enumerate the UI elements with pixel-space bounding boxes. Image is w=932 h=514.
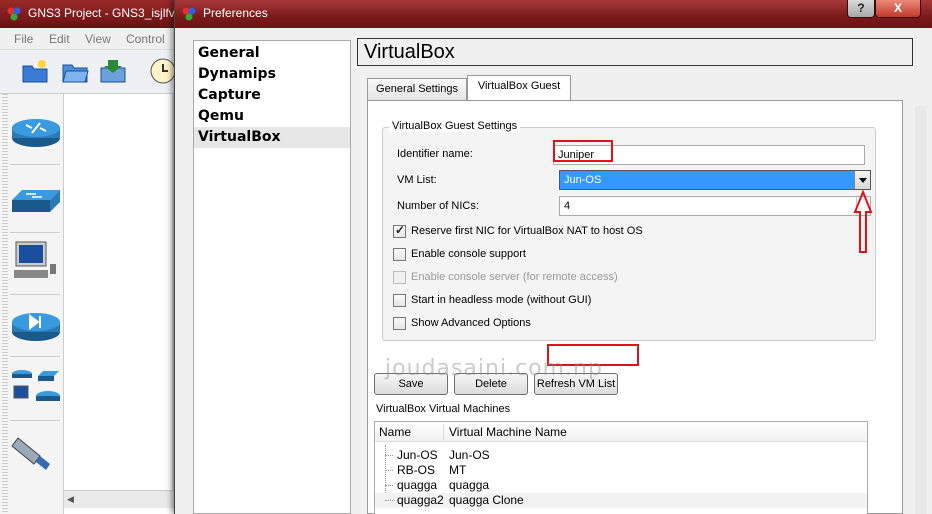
row-name: RB-OS xyxy=(397,463,436,477)
checkbox-headless-label: Start in headless mode (without GUI) xyxy=(411,294,592,306)
menu-view[interactable]: View xyxy=(85,32,111,46)
scroll-left-arrow-icon[interactable]: ◀ xyxy=(67,494,74,505)
open-project-icon[interactable] xyxy=(60,56,90,86)
checkbox-console-support-label: Enable console support xyxy=(411,248,526,260)
tab-general-settings[interactable]: General Settings xyxy=(367,78,467,100)
dock-separator xyxy=(10,164,60,165)
preferences-body: General Dynamips Capture Qemu VirtualBox… xyxy=(175,28,932,514)
checkbox-unchecked-icon[interactable] xyxy=(393,248,406,261)
row-name: quagga xyxy=(397,478,438,492)
nav-item-qemu[interactable]: Qemu xyxy=(194,106,350,127)
gns3-toolbar xyxy=(0,50,180,94)
menu-control[interactable]: Control xyxy=(126,32,165,46)
topology-canvas[interactable] xyxy=(64,94,176,514)
column-vm-name[interactable]: Virtual Machine Name xyxy=(449,425,567,439)
up-arrow-annotation-icon xyxy=(853,190,873,253)
table-row[interactable]: quagga quagga xyxy=(375,478,867,493)
gns3-logo-icon xyxy=(7,7,21,21)
switch-icon[interactable] xyxy=(10,178,62,222)
nav-item-virtualbox[interactable]: VirtualBox xyxy=(194,127,350,148)
dock-grip[interactable] xyxy=(2,94,8,514)
end-device-icon[interactable] xyxy=(10,240,62,284)
tree-branch xyxy=(385,470,393,471)
checkbox-reserve-nat-label: Reserve first NIC for VirtualBox NAT to … xyxy=(411,225,643,237)
checkbox-advanced-options-label: Show Advanced Options xyxy=(411,317,531,329)
checkbox-console-server-label: Enable console server (for remote access… xyxy=(411,271,618,283)
preferences-titlebar[interactable]: Preferences ? X xyxy=(175,0,932,28)
canvas-horizontal-scrollbar[interactable]: ◀ xyxy=(64,490,176,508)
row-vm-name: quagga Clone xyxy=(449,493,524,507)
column-separator[interactable] xyxy=(443,424,444,440)
virtualbox-guest-panel: VirtualBox Guest Settings Identifier nam… xyxy=(367,100,903,514)
checkbox-unchecked-icon[interactable] xyxy=(393,294,406,307)
dock-separator xyxy=(10,356,60,357)
gns3-logo-icon xyxy=(182,7,196,21)
checkbox-disabled-icon xyxy=(393,271,406,284)
row-name: Jun-OS xyxy=(397,448,438,462)
tree-branch xyxy=(385,500,393,501)
tree-branch xyxy=(385,455,393,456)
save-project-icon[interactable] xyxy=(98,56,128,86)
checkbox-checked-icon[interactable] xyxy=(393,223,406,238)
guest-settings-group-title: VirtualBox Guest Settings xyxy=(389,120,521,132)
row-name: quagga2 xyxy=(397,493,444,507)
preferences-title: Preferences xyxy=(203,6,268,20)
row-vm-name: Jun-OS xyxy=(449,448,490,462)
chevron-down-icon[interactable] xyxy=(854,171,870,189)
column-name[interactable]: Name xyxy=(379,425,411,439)
table-row[interactable]: quagga2 quagga Clone xyxy=(375,493,867,508)
nics-label: Number of NICs: xyxy=(397,200,479,212)
checkbox-unchecked-icon[interactable] xyxy=(393,317,406,330)
vm-list-label: VM List: xyxy=(397,174,437,186)
section-title: VirtualBox xyxy=(357,38,913,66)
device-dock xyxy=(0,94,64,514)
security-device-icon[interactable] xyxy=(10,304,62,348)
vm-table-header: Name Virtual Machine Name xyxy=(375,422,867,442)
dock-separator xyxy=(10,294,60,295)
menu-edit[interactable]: Edit xyxy=(49,32,70,46)
nics-spinbox[interactable]: 4 xyxy=(559,196,871,216)
dock-separator xyxy=(10,420,60,421)
tree-branch xyxy=(385,485,393,486)
close-button[interactable]: X xyxy=(875,0,921,18)
highlight-identifier xyxy=(553,140,613,162)
nav-item-capture[interactable]: Capture xyxy=(194,85,350,106)
all-devices-icon[interactable] xyxy=(10,364,62,408)
new-project-icon[interactable] xyxy=(20,56,50,86)
nav-item-dynamips[interactable]: Dynamips xyxy=(194,64,350,85)
tab-virtualbox-guest[interactable]: VirtualBox Guest xyxy=(467,75,571,100)
nav-item-general[interactable]: General xyxy=(194,43,350,64)
dialog-scrollbar[interactable] xyxy=(915,106,927,514)
identifier-label: Identifier name: xyxy=(397,148,473,160)
watermark-text: joudasaini.com.np xyxy=(385,356,603,381)
preferences-nav: General Dynamips Capture Qemu VirtualBox xyxy=(193,40,351,514)
router-icon[interactable] xyxy=(10,110,62,154)
vm-list-select[interactable]: Jun-OS xyxy=(559,170,871,190)
cable-connector-icon[interactable] xyxy=(10,430,62,474)
nics-value: 4 xyxy=(564,200,571,212)
guest-settings-group: VirtualBox Guest Settings Identifier nam… xyxy=(382,120,876,341)
dock-separator xyxy=(10,232,60,233)
vm-table: Name Virtual Machine Name Jun-OS Jun-OS … xyxy=(374,421,868,514)
preferences-dialog: Preferences ? X General Dynamips Capture… xyxy=(174,0,932,514)
vm-list-selected-value: Jun-OS xyxy=(564,174,602,186)
gns3-window-title: GNS3 Project - GNS3_isjlfv xyxy=(28,6,175,20)
menu-file[interactable]: File xyxy=(14,32,33,46)
vm-table-label: VirtualBox Virtual Machines xyxy=(376,403,511,415)
table-row[interactable]: RB-OS MT xyxy=(375,463,867,478)
row-vm-name: MT xyxy=(449,463,467,477)
gns3-menubar: File Edit View Control xyxy=(0,28,180,50)
help-button[interactable]: ? xyxy=(847,0,875,18)
row-vm-name: quagga xyxy=(449,478,490,492)
table-row[interactable]: Jun-OS Jun-OS xyxy=(375,448,867,463)
